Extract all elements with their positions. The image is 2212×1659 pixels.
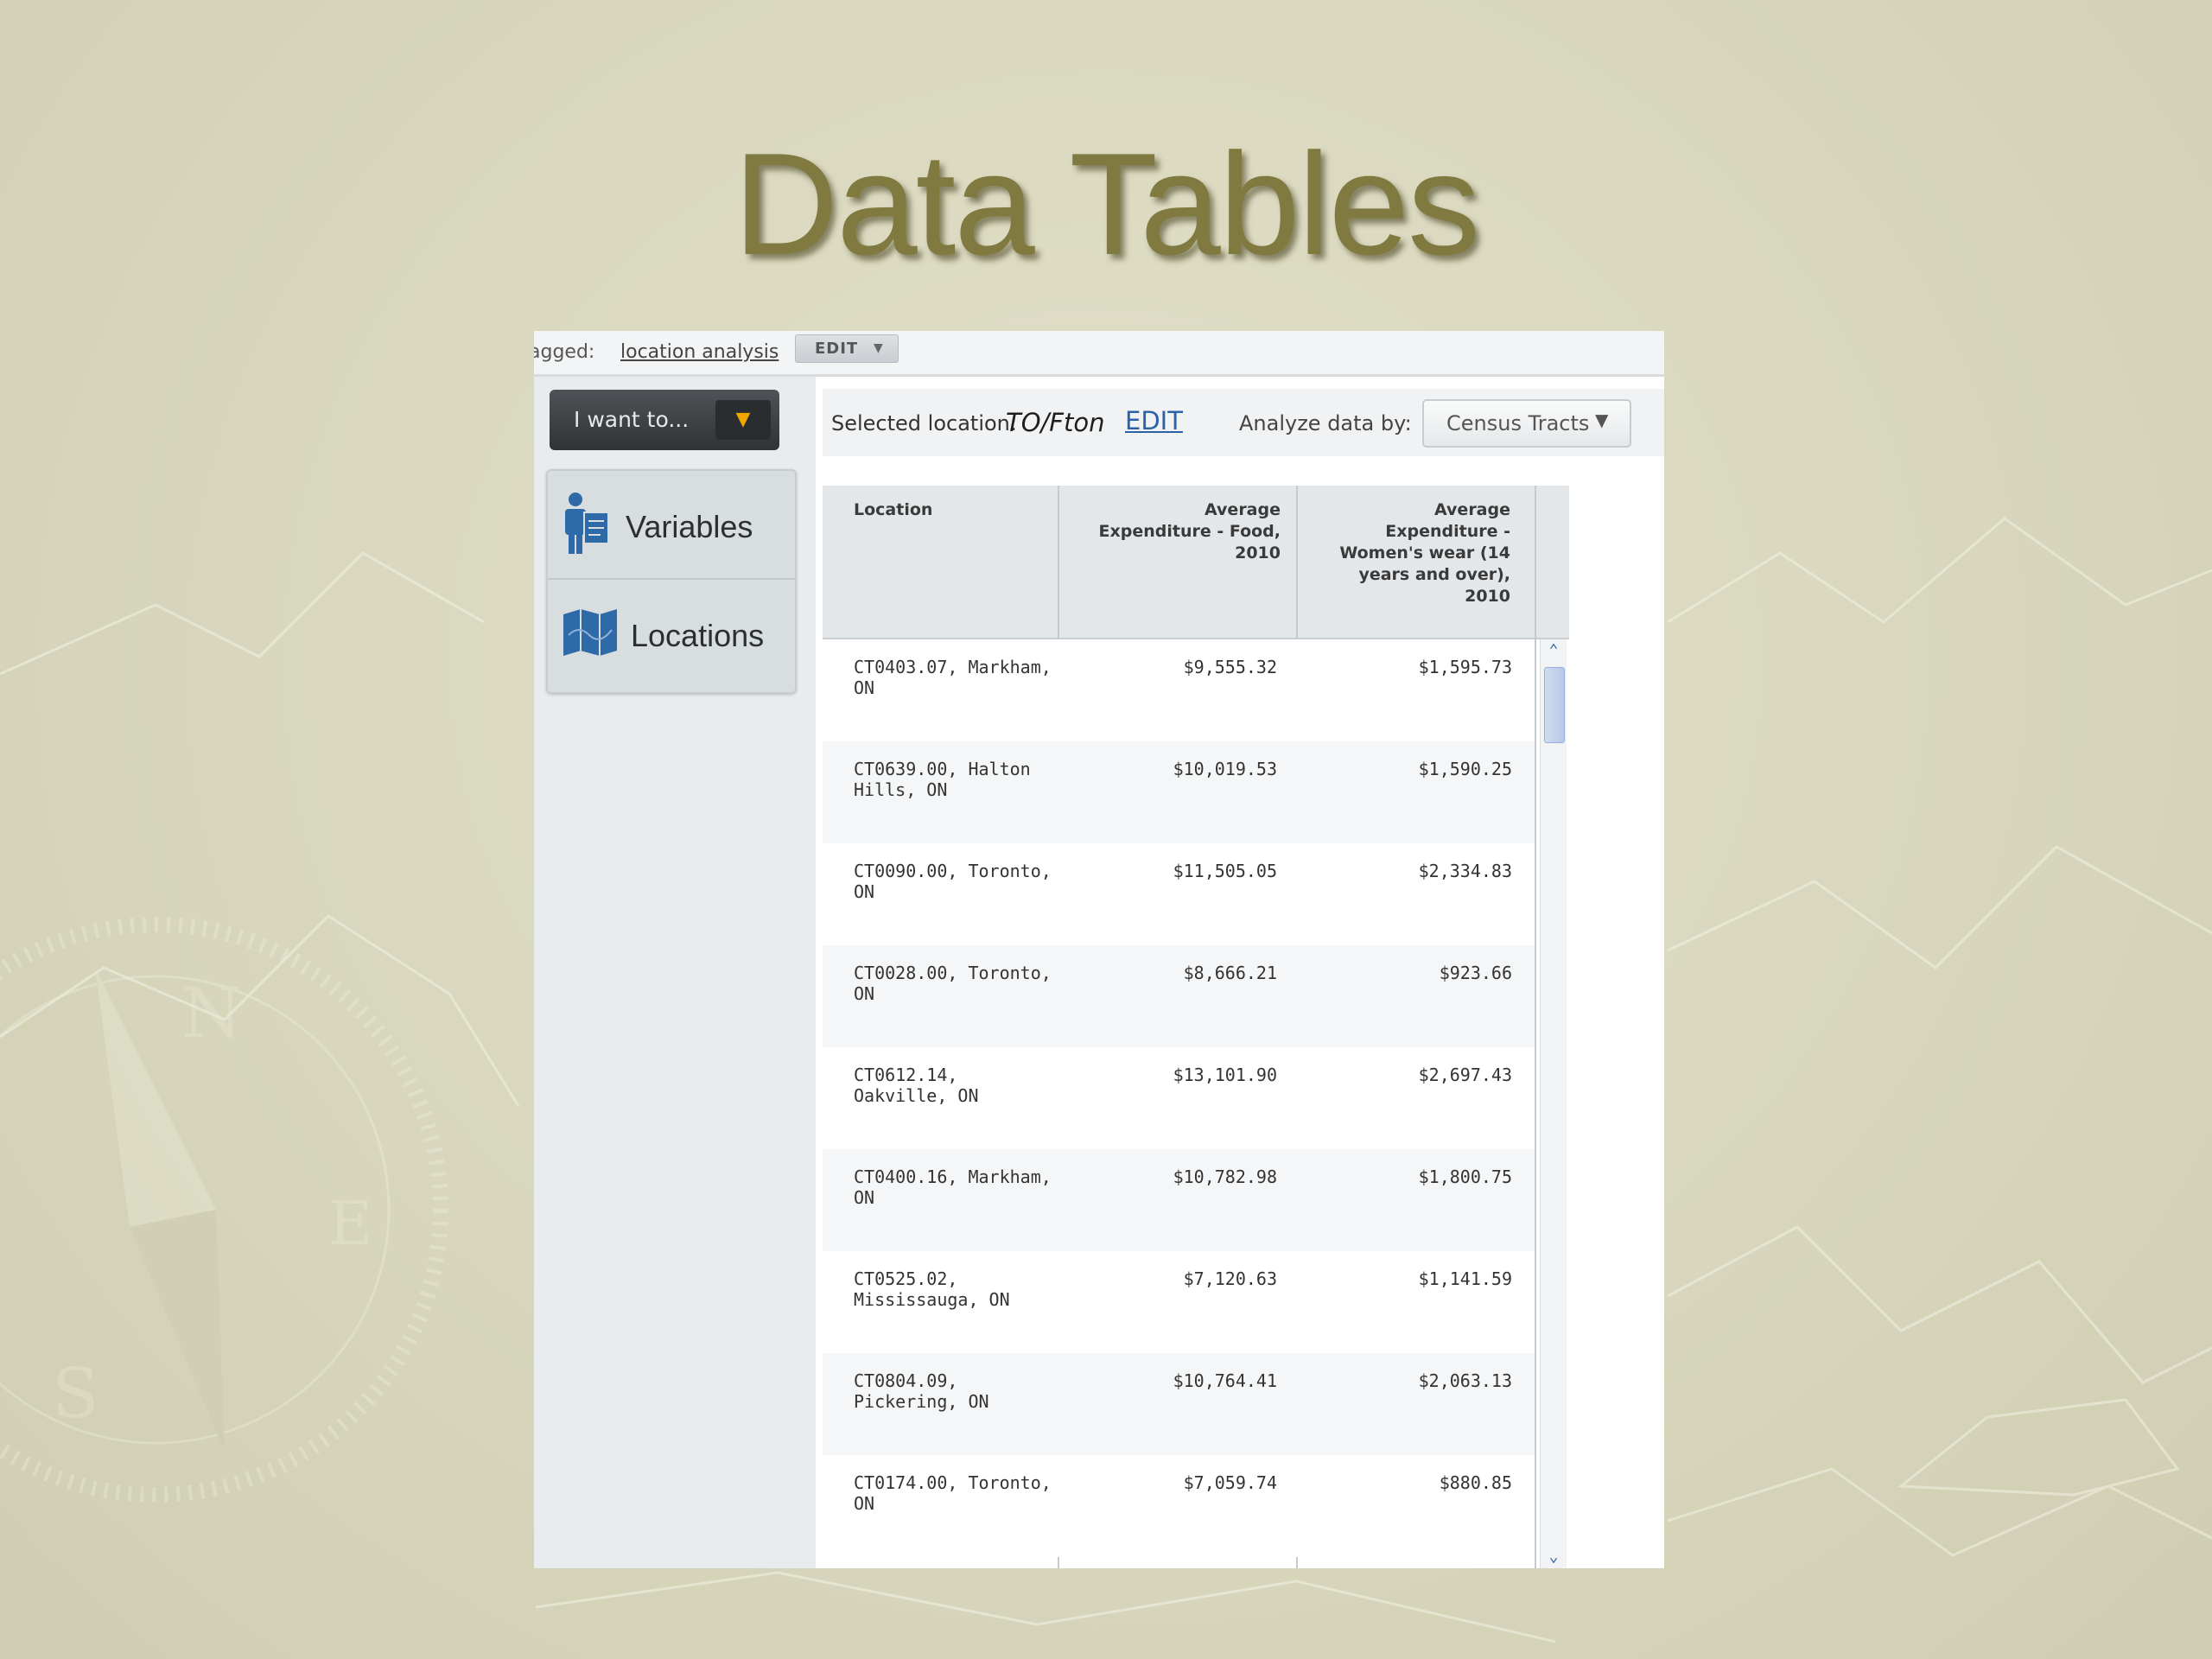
- column-header-text: Expenditure -: [1385, 522, 1510, 541]
- cell-food: $10,019.53: [1173, 759, 1277, 779]
- cell-women: $880.85: [1439, 1472, 1512, 1493]
- cell-location: CT0174.00, Toronto, ON: [854, 1472, 1052, 1514]
- table-body: CT0403.07, Markham, ON $9,555.32 $1,595.73…: [823, 639, 1535, 1557]
- cell-location: CT0525.02, Mississauga, ON: [854, 1268, 1010, 1310]
- scrollbar-thumb[interactable]: [1544, 667, 1565, 743]
- cell-women: $1,141.59: [1418, 1268, 1512, 1289]
- vertical-scrollbar[interactable]: ⌃ ⌄: [1540, 639, 1567, 1568]
- chevron-down-icon: ▼: [874, 341, 884, 355]
- cell-location: CT0090.00, Toronto, ON: [854, 861, 1052, 902]
- tag-edit-label: EDIT: [815, 340, 859, 358]
- cell-food: $10,782.98: [1173, 1166, 1277, 1187]
- cell-location: CT0804.09, Pickering, ON: [854, 1370, 989, 1412]
- analyze-by-label: Analyze data by:: [1239, 411, 1412, 435]
- map-icon: [563, 609, 617, 656]
- i-want-to-label: I want to...: [574, 407, 690, 432]
- column-header-text: Average: [1205, 500, 1281, 519]
- scroll-up-icon[interactable]: ⌃: [1542, 639, 1565, 662]
- table-row[interactable]: CT0090.00, Toronto, ON $11,505.05 $2,334.8…: [823, 843, 1535, 945]
- app-screenshot: agged: location analysis EDIT ▼ I want t…: [534, 331, 1664, 1568]
- svg-text:E: E: [328, 1188, 372, 1259]
- column-header-text: Expenditure - Food,: [1098, 522, 1281, 541]
- nav-item-locations[interactable]: Locations: [548, 580, 795, 687]
- location-edit-link[interactable]: EDIT: [1125, 406, 1183, 435]
- tag-link[interactable]: location analysis: [620, 341, 779, 363]
- cell-women: $2,334.83: [1418, 861, 1512, 881]
- analyze-by-dropdown[interactable]: Census Tracts ▼: [1422, 399, 1631, 448]
- selected-location-label: Selected location:: [831, 411, 1017, 435]
- column-header-food[interactable]: Average Expenditure - Food, 2010: [1082, 499, 1281, 564]
- column-header-text: Average: [1434, 500, 1510, 519]
- column-header-text: 2010: [1465, 587, 1510, 606]
- cell-women: $1,590.25: [1418, 759, 1512, 779]
- cell-women: $1,595.73: [1418, 657, 1512, 677]
- column-header-text: 2010: [1235, 543, 1281, 563]
- scroll-down-icon[interactable]: ⌄: [1542, 1546, 1565, 1568]
- nav-item-variables[interactable]: Variables: [548, 471, 795, 580]
- column-header-location[interactable]: Location: [854, 499, 932, 521]
- cell-women: $2,697.43: [1418, 1065, 1512, 1085]
- svg-text:N: N: [181, 973, 242, 1053]
- cell-women: $923.66: [1439, 963, 1512, 983]
- table-row[interactable]: CT0804.09, Pickering, ON $10,764.41 $2,063…: [823, 1353, 1535, 1455]
- column-divider: [1535, 486, 1536, 1568]
- chevron-down-icon: ▼: [1595, 410, 1609, 430]
- cell-food: $7,059.74: [1183, 1472, 1277, 1493]
- left-panel: I want to... ▼ Variables Locations: [534, 377, 807, 1568]
- table-row[interactable]: CT0174.00, Toronto, ON $7,059.74 $880.85: [823, 1455, 1535, 1557]
- person-document-icon: [565, 493, 609, 554]
- cell-location: CT0639.00, Halton Hills, ON: [854, 759, 1031, 800]
- cell-food: $8,666.21: [1183, 963, 1277, 983]
- cell-women: $1,800.75: [1418, 1166, 1512, 1187]
- cell-food: $10,764.41: [1173, 1370, 1277, 1391]
- nav-menu: Variables Locations: [546, 469, 797, 694]
- tag-label: agged:: [534, 341, 595, 363]
- table-row[interactable]: CT0028.00, Toronto, ON $8,666.21 $923.66: [823, 945, 1535, 1047]
- cell-location: CT0403.07, Markham, ON: [854, 657, 1052, 698]
- cell-location: CT0400.16, Markham, ON: [854, 1166, 1052, 1208]
- table-header: Location Average Expenditure - Food, 2010 …: [823, 486, 1569, 639]
- slide-title: Data Tables: [733, 123, 1480, 285]
- dropdown-arrow-icon[interactable]: ▼: [715, 400, 771, 440]
- cell-food: $7,120.63: [1183, 1268, 1277, 1289]
- tag-edit-button[interactable]: EDIT ▼: [795, 334, 899, 363]
- selected-location-value: TO/Fton: [1006, 408, 1105, 437]
- column-header-text: Location: [854, 500, 933, 519]
- main-panel: Selected location: TO/Fton EDIT Analyze …: [807, 377, 1664, 1568]
- i-want-to-menu[interactable]: I want to... ▼: [550, 390, 779, 450]
- data-table: Location Average Expenditure - Food, 2010 …: [823, 486, 1569, 1568]
- table-row[interactable]: CT0403.07, Markham, ON $9,555.32 $1,595.73: [823, 639, 1535, 741]
- nav-item-variables-label: Variables: [626, 509, 753, 544]
- cell-food: $9,555.32: [1183, 657, 1277, 677]
- tag-bar: agged: location analysis EDIT ▼: [534, 331, 1664, 377]
- cell-location: CT0028.00, Toronto, ON: [854, 963, 1052, 1004]
- table-row[interactable]: CT0400.16, Markham, ON $10,782.98 $1,800.7…: [823, 1149, 1535, 1251]
- table-row[interactable]: CT0639.00, Halton Hills, ON $10,019.53 $1,…: [823, 741, 1535, 843]
- cell-location: CT0612.14, Oakville, ON: [854, 1065, 979, 1106]
- svg-text:S: S: [52, 1353, 99, 1433]
- nav-item-locations-label: Locations: [631, 618, 765, 653]
- table-row[interactable]: CT0612.14, Oakville, ON $13,101.90 $2,697.…: [823, 1047, 1535, 1149]
- cell-food: $11,505.05: [1173, 861, 1277, 881]
- table-row[interactable]: CT0525.02, Mississauga, ON $7,120.63 $1,14…: [823, 1251, 1535, 1353]
- column-header-womens-wear[interactable]: Average Expenditure - Women's wear (14 year…: [1329, 499, 1510, 607]
- cell-women: $2,063.13: [1418, 1370, 1512, 1391]
- analyze-by-value: Census Tracts: [1446, 411, 1590, 435]
- column-header-text: Women's wear (14: [1339, 543, 1510, 563]
- cell-food: $13,101.90: [1173, 1065, 1277, 1085]
- column-header-text: years and over),: [1358, 565, 1510, 584]
- selection-bar: Selected location: TO/Fton EDIT Analyze …: [823, 389, 1664, 456]
